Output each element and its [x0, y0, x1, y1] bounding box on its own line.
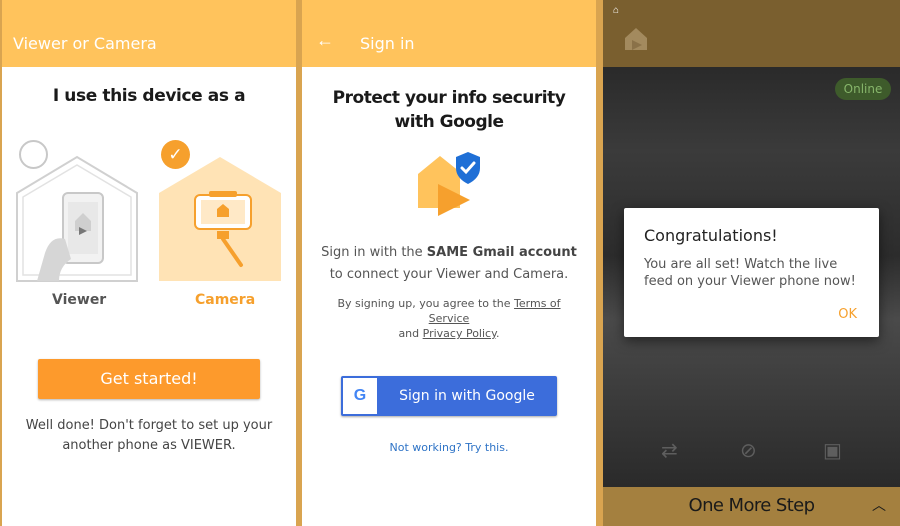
device-role-heading: I use this device as a: [52, 86, 246, 106]
instruction-text-bold: SAME Gmail account: [426, 245, 577, 260]
home-icon[interactable]: [623, 26, 649, 52]
online-status-badge: Online: [835, 78, 891, 100]
screen-title: Sign in: [360, 34, 415, 53]
app-bar: ← Sign in: [302, 0, 596, 67]
app-bar: Viewer or Camera: [2, 0, 296, 67]
get-started-button[interactable]: Get started!: [38, 359, 260, 399]
instruction-text-pre: Sign in with the: [321, 245, 427, 260]
google-g-icon: G: [343, 378, 377, 414]
google-letter: G: [353, 387, 367, 404]
security-heading: Protect your info security with Google: [332, 88, 566, 132]
viewer-option-label[interactable]: Viewer: [52, 292, 106, 308]
camera-option-label[interactable]: Camera: [195, 292, 255, 308]
viewer-or-camera-screen: Viewer or Camera I use this device as a …: [2, 0, 296, 526]
top-bar: ⌂: [603, 0, 900, 67]
terms-text-and: and: [398, 327, 420, 340]
app-logo-shield-icon: [418, 152, 480, 216]
terms-text-end: .: [496, 327, 500, 340]
congratulations-dialog: Congratulations! You are all set! Watch …: [624, 208, 879, 337]
mute-icon[interactable]: ⊘: [740, 438, 757, 463]
setup-reminder-text: Well done! Don't forget to set up your a…: [25, 418, 273, 453]
gmail-instruction: Sign in with the SAME Gmail account to c…: [316, 242, 582, 286]
live-feed-screen: ⌂ Online ⇄ ⊘ ▣ Congratulations! You are …: [603, 0, 900, 526]
dialog-message: You are all set! Watch the live feed on …: [644, 257, 856, 289]
lock-icon[interactable]: ▣: [823, 438, 842, 463]
ok-button[interactable]: OK: [838, 307, 857, 322]
privacy-policy-link[interactable]: Privacy Policy: [423, 327, 496, 340]
switch-camera-icon[interactable]: ⇄: [661, 438, 678, 463]
camera-house-illustration[interactable]: [157, 155, 283, 283]
back-arrow-icon[interactable]: ←: [316, 30, 334, 51]
sign-in-screen: ← Sign in Protect your info security wit…: [302, 0, 596, 526]
terms-text-pre: By signing up, you agree to the: [337, 297, 515, 310]
chevron-up-icon[interactable]: ︿: [872, 495, 886, 515]
instruction-text-post: to connect your Viewer and Camera.: [329, 267, 569, 282]
one-more-step-bar[interactable]: One More Step ︿: [603, 487, 900, 526]
screen-title: Viewer or Camera: [13, 34, 157, 53]
viewer-house-illustration[interactable]: [15, 155, 139, 283]
one-more-step-label: One More Step: [688, 495, 816, 516]
dialog-title: Congratulations!: [644, 226, 778, 245]
status-home-icon: ⌂: [613, 5, 620, 16]
terms-notice: By signing up, you agree to the Terms of…: [316, 296, 582, 341]
google-sign-in-button[interactable]: G Sign in with Google: [341, 376, 557, 416]
not-working-link[interactable]: Not working? Try this.: [302, 441, 596, 454]
google-button-label: Sign in with Google: [399, 388, 535, 404]
